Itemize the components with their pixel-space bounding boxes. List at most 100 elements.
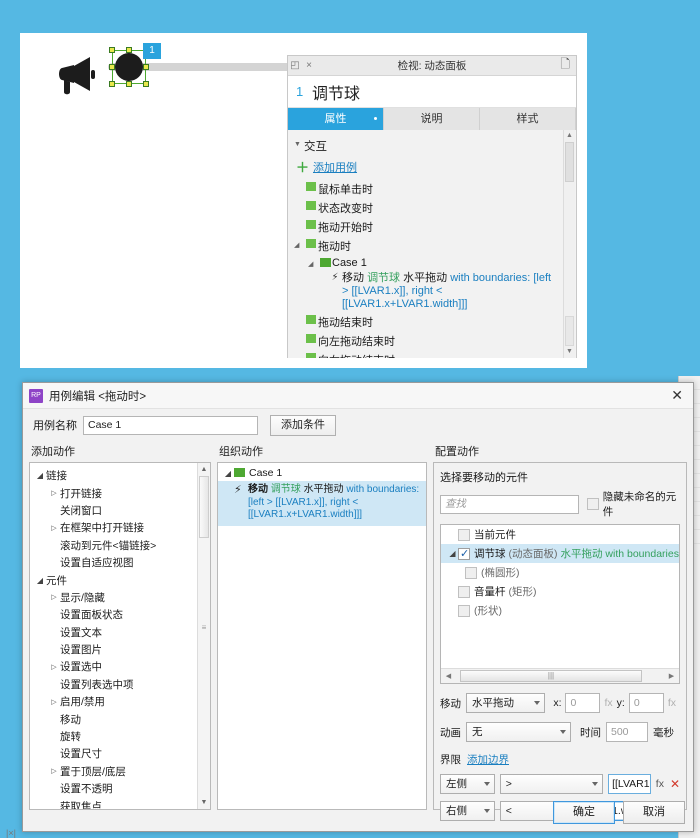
time-input[interactable]: 500 bbox=[606, 722, 648, 742]
chevron-expand-icon[interactable]: ◢ bbox=[34, 471, 46, 480]
add-action-item[interactable]: ▷ 在框架中打开链接 bbox=[34, 519, 210, 536]
chevron-expand-icon[interactable]: ◢ bbox=[308, 257, 318, 268]
tree-row[interactable]: 当前元件 bbox=[441, 525, 679, 544]
add-action-item[interactable]: 设置尺寸 bbox=[34, 745, 210, 762]
tree-row[interactable]: (椭圆形) bbox=[441, 563, 679, 582]
add-action-item[interactable]: ◢ 元件 bbox=[34, 571, 210, 588]
scroll-right-icon[interactable]: ▶ bbox=[664, 672, 679, 680]
widget-name-input[interactable]: 调节球 bbox=[312, 80, 360, 104]
add-action-item[interactable]: 获取焦点 bbox=[34, 797, 210, 809]
boundary-side-select[interactable]: 右侧 bbox=[440, 801, 495, 821]
tree-row-selected[interactable]: ◢ 调节球 (动态面板) 水平拖动 with boundaries: [left… bbox=[441, 544, 679, 563]
scroll-down-icon[interactable]: ▼ bbox=[198, 796, 210, 809]
add-action-item[interactable]: 关闭窗口 bbox=[34, 502, 210, 519]
scrollbar-thumb-lower[interactable] bbox=[565, 316, 574, 346]
x-input[interactable]: 0 bbox=[565, 693, 601, 713]
case-row[interactable]: ◢ Case 1 bbox=[288, 255, 576, 270]
add-boundary-link[interactable]: 添加边界 bbox=[467, 752, 509, 767]
resize-handle-w[interactable] bbox=[109, 64, 115, 70]
event-row[interactable]: 拖动开始时 bbox=[288, 217, 576, 236]
add-action-item[interactable]: 设置不透明 bbox=[34, 780, 210, 797]
scrollbar-thumb[interactable] bbox=[199, 476, 209, 538]
delete-boundary-icon[interactable]: ✕ bbox=[670, 777, 680, 791]
scroll-up-icon[interactable]: ▲ bbox=[564, 130, 575, 142]
resize-handle-se[interactable] bbox=[143, 81, 149, 87]
y-input[interactable]: 0 bbox=[628, 693, 664, 713]
add-action-item[interactable]: ▷ 设置选中 bbox=[34, 658, 210, 675]
hscroll-track[interactable]: ||| bbox=[456, 669, 664, 683]
resize-handle-e[interactable] bbox=[143, 64, 149, 70]
add-action-box[interactable]: ◢ 链接 ▷ 打开链接 关闭窗口 ▷ 在框架中打开链接 滚动到元件<锚链接> 设置自适应视图 ◢ 元… bbox=[29, 462, 211, 810]
fx-button[interactable]: fx bbox=[656, 778, 664, 790]
event-row[interactable]: 鼠标单击时 bbox=[288, 179, 576, 198]
chevron-expand-icon[interactable]: ◢ bbox=[34, 576, 46, 585]
widget-checkbox[interactable] bbox=[458, 547, 470, 560]
event-row-expanded[interactable]: ◢ 拖动时 bbox=[288, 236, 576, 255]
add-action-item[interactable]: 设置文本 bbox=[34, 624, 210, 641]
add-action-item[interactable]: 设置列表选中项 bbox=[34, 676, 210, 693]
resize-handle-n[interactable] bbox=[126, 47, 132, 53]
add-action-item[interactable]: ▷ 启用/禁用 bbox=[34, 693, 210, 710]
add-action-scrollbar[interactable]: ▲ ≡ ▼ bbox=[197, 463, 210, 809]
add-condition-button[interactable]: 添加条件 bbox=[270, 414, 336, 436]
chevron-right-icon[interactable]: ▷ bbox=[48, 489, 60, 497]
scrollbar-thumb[interactable] bbox=[565, 142, 574, 182]
widget-tree-hscrollbar[interactable]: ◀ ||| ▶ bbox=[441, 668, 679, 683]
organize-case-row[interactable]: ◢ Case 1 bbox=[218, 463, 426, 481]
resize-handle-s[interactable] bbox=[126, 81, 132, 87]
document-icon[interactable]: 🗋 bbox=[560, 55, 570, 76]
event-row[interactable]: 拖动结束时 bbox=[288, 312, 576, 331]
hide-unnamed-checkbox[interactable] bbox=[586, 498, 599, 510]
animation-select[interactable]: 无 bbox=[466, 722, 571, 742]
boundary-side-select[interactable]: 左侧 bbox=[440, 774, 495, 794]
widget-checkbox[interactable] bbox=[458, 585, 470, 598]
event-row[interactable]: 向左拖动结束时 bbox=[288, 331, 576, 350]
boundary-operator-select[interactable]: > bbox=[499, 774, 604, 794]
move-mode-select[interactable]: 水平拖动 bbox=[466, 693, 546, 713]
tree-row[interactable]: (形状) bbox=[441, 601, 679, 620]
fx-x-button[interactable]: fx bbox=[604, 697, 612, 709]
hide-unnamed-checkbox-row[interactable]: 隐藏未命名的元件 bbox=[586, 489, 680, 519]
chevron-expand-icon[interactable]: ◢ bbox=[447, 549, 458, 558]
design-canvas[interactable]: 1 ◰ × 检视: 动态面板 🗋 1 调节球 属性 说明 样式 ▼ 交互 ＋ 添… bbox=[20, 33, 587, 368]
add-action-item[interactable]: 旋转 bbox=[34, 728, 210, 745]
widget-checkbox[interactable] bbox=[458, 604, 470, 617]
widget-checkbox[interactable] bbox=[458, 528, 470, 541]
widget-checkbox[interactable] bbox=[465, 566, 477, 579]
event-row[interactable]: 状态改变时 bbox=[288, 198, 576, 217]
section-interactions[interactable]: ▼ 交互 bbox=[288, 136, 576, 155]
add-action-item[interactable]: ▷ 打开链接 bbox=[34, 484, 210, 501]
search-input[interactable]: 查找 bbox=[440, 494, 579, 514]
chevron-right-icon[interactable]: ▷ bbox=[48, 524, 60, 532]
widget-tree[interactable]: 当前元件 ◢ 调节球 (动态面板) 水平拖动 with boundaries: … bbox=[440, 524, 680, 684]
boundary-value-input[interactable]: [[LVAR1. bbox=[608, 774, 651, 794]
case-name-input[interactable]: Case 1 bbox=[83, 415, 258, 435]
add-action-item[interactable]: 移动 bbox=[34, 710, 210, 727]
chevron-right-icon[interactable]: ▷ bbox=[48, 698, 60, 706]
cancel-button[interactable]: 取消 bbox=[623, 801, 685, 824]
add-case-button[interactable]: ＋ 添加用例 bbox=[288, 155, 576, 179]
action-row[interactable]: ⚡ 移动 调节球 水平拖动 with boundaries: [left > [… bbox=[288, 270, 576, 312]
add-action-item[interactable]: 设置图片 bbox=[34, 641, 210, 658]
scroll-down-icon[interactable]: ▼ bbox=[564, 346, 575, 358]
tab-style[interactable]: 样式 bbox=[480, 108, 576, 130]
resize-handle-nw[interactable] bbox=[109, 47, 115, 53]
chevron-right-icon[interactable]: ▷ bbox=[48, 767, 60, 775]
add-action-item[interactable]: ▷ 置于顶层/底层 bbox=[34, 763, 210, 780]
chevron-expand-icon[interactable]: ◢ bbox=[222, 469, 234, 478]
chevron-right-icon[interactable]: ▷ bbox=[48, 593, 60, 601]
add-action-item[interactable]: ▷ 显示/隐藏 bbox=[34, 589, 210, 606]
chevron-right-icon[interactable]: ▷ bbox=[48, 663, 60, 671]
hscroll-thumb[interactable]: ||| bbox=[460, 669, 642, 682]
ok-button[interactable]: 确定 bbox=[553, 801, 615, 824]
add-action-item[interactable]: 滚动到元件<锚链接> bbox=[34, 537, 210, 554]
tab-properties[interactable]: 属性 bbox=[288, 108, 384, 130]
scroll-up-icon[interactable]: ▲ bbox=[198, 463, 210, 476]
event-row[interactable]: 向右拖动结束时 bbox=[288, 350, 576, 358]
inspector-scrollbar[interactable]: ▲ ▼ bbox=[563, 130, 575, 358]
add-action-item[interactable]: 设置面板状态 bbox=[34, 606, 210, 623]
resize-handle-sw[interactable] bbox=[109, 81, 115, 87]
add-action-item[interactable]: ◢ 链接 bbox=[34, 467, 210, 484]
chevron-expand-icon[interactable]: ◢ bbox=[294, 238, 304, 249]
add-action-item[interactable]: 设置自适应视图 bbox=[34, 554, 210, 571]
